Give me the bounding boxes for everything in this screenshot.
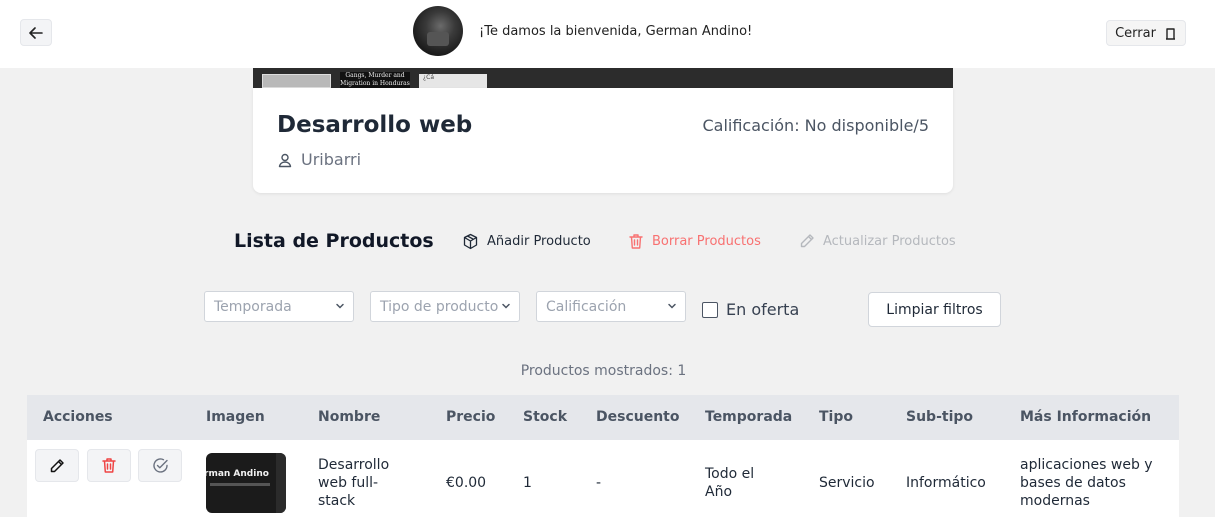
add-product-label: Añadir Producto xyxy=(487,234,591,249)
add-product-button[interactable]: Añadir Producto xyxy=(462,233,591,250)
trash-icon xyxy=(629,234,643,249)
delete-products-button[interactable]: Borrar Productos xyxy=(628,233,761,250)
product-subtype: Informático xyxy=(906,475,986,491)
pencil-icon xyxy=(50,458,64,472)
product-image-text: rman Andino xyxy=(206,469,269,479)
on-sale-checkbox[interactable] xyxy=(702,301,718,318)
on-sale-filter[interactable]: En oferta xyxy=(702,300,799,319)
logout-button[interactable]: Cerrar xyxy=(1106,20,1186,46)
back-button[interactable] xyxy=(20,19,52,46)
products-list-title: Lista de Productos xyxy=(234,230,434,252)
store-card: Desarrollo web Uribarri Calificación: No… xyxy=(253,88,953,193)
product-image-detail xyxy=(210,483,270,486)
avatar[interactable] xyxy=(413,6,463,56)
clear-filters-button[interactable]: Limpiar filtros xyxy=(868,292,1001,327)
column-header: Nombre xyxy=(318,409,381,425)
column-header: Imagen xyxy=(206,409,265,425)
product-type-select[interactable]: Tipo de producto xyxy=(370,291,520,322)
store-rating: Calificación: No disponible/5 xyxy=(702,116,929,135)
rating-select-value: Calificación xyxy=(546,298,627,315)
product-stock: 1 xyxy=(523,475,532,491)
column-header: Stock xyxy=(523,409,568,425)
chevron-down-icon xyxy=(668,303,676,309)
product-season: Todo el Año xyxy=(705,466,755,500)
product-info: aplicaciones web y bases de datos modern… xyxy=(1020,457,1153,509)
update-products-label: Actualizar Productos xyxy=(823,233,956,249)
edit-product-button[interactable] xyxy=(35,449,79,482)
delete-products-label: Borrar Productos xyxy=(652,234,761,249)
package-icon xyxy=(463,233,478,250)
products-count: Productos mostrados: 1 xyxy=(520,363,687,379)
column-header: Más Información xyxy=(1020,409,1152,425)
product-image-detail xyxy=(276,453,286,513)
product-image[interactable]: rman Andino xyxy=(206,453,286,513)
chevron-down-icon xyxy=(502,303,510,309)
banner-thumbnail xyxy=(262,74,331,88)
pencil-icon xyxy=(800,234,814,248)
column-header: Tipo xyxy=(819,409,853,425)
welcome-message: ¡Te damos la bienvenida, German Andino! xyxy=(479,24,753,39)
product-type-select-value: Tipo de producto xyxy=(380,298,499,315)
chevron-down-icon xyxy=(336,303,344,309)
update-products-button[interactable]: Actualizar Productos xyxy=(799,233,956,249)
product-price: €0.00 xyxy=(446,475,487,491)
store-banner: Gangs, Murder and Migration in Honduras … xyxy=(253,68,953,88)
check-circle-icon xyxy=(152,458,168,473)
user-icon xyxy=(278,153,292,167)
arrow-left-icon xyxy=(29,26,43,39)
door-icon xyxy=(1165,27,1175,40)
product-name: Desarrollo web full-stack xyxy=(318,457,390,509)
column-header: Temporada xyxy=(705,409,793,425)
season-select[interactable]: Temporada xyxy=(204,291,354,322)
logout-label: Cerrar xyxy=(1115,25,1156,41)
banner-thumbnail: Gangs, Murder and Migration in Honduras xyxy=(340,72,410,88)
banner-thumbnail: ¿Cá xyxy=(419,74,487,88)
column-header: Acciones xyxy=(43,409,113,425)
store-title: Desarrollo web xyxy=(277,112,473,138)
product-discount: - xyxy=(596,475,602,491)
rating-select[interactable]: Calificación xyxy=(536,291,686,322)
on-sale-label: En oferta xyxy=(726,300,800,319)
column-header: Descuento xyxy=(596,409,680,425)
top-bar: ¡Te damos la bienvenida, German Andino! … xyxy=(0,0,1215,68)
column-header: Sub-tipo xyxy=(906,409,974,425)
select-product-button[interactable] xyxy=(138,449,182,482)
column-header: Precio xyxy=(446,409,496,425)
trash-icon xyxy=(102,458,116,473)
store-owner: Uribarri xyxy=(277,150,361,169)
table-row: rman Andino Desarrollo web full-stack €0… xyxy=(27,440,1179,517)
store-owner-name: Uribarri xyxy=(301,150,362,169)
delete-product-button[interactable] xyxy=(87,449,131,482)
product-type: Servicio xyxy=(819,475,875,491)
season-select-value: Temporada xyxy=(214,298,292,315)
table-header: Acciones Imagen Nombre Precio Stock Desc… xyxy=(27,395,1179,440)
